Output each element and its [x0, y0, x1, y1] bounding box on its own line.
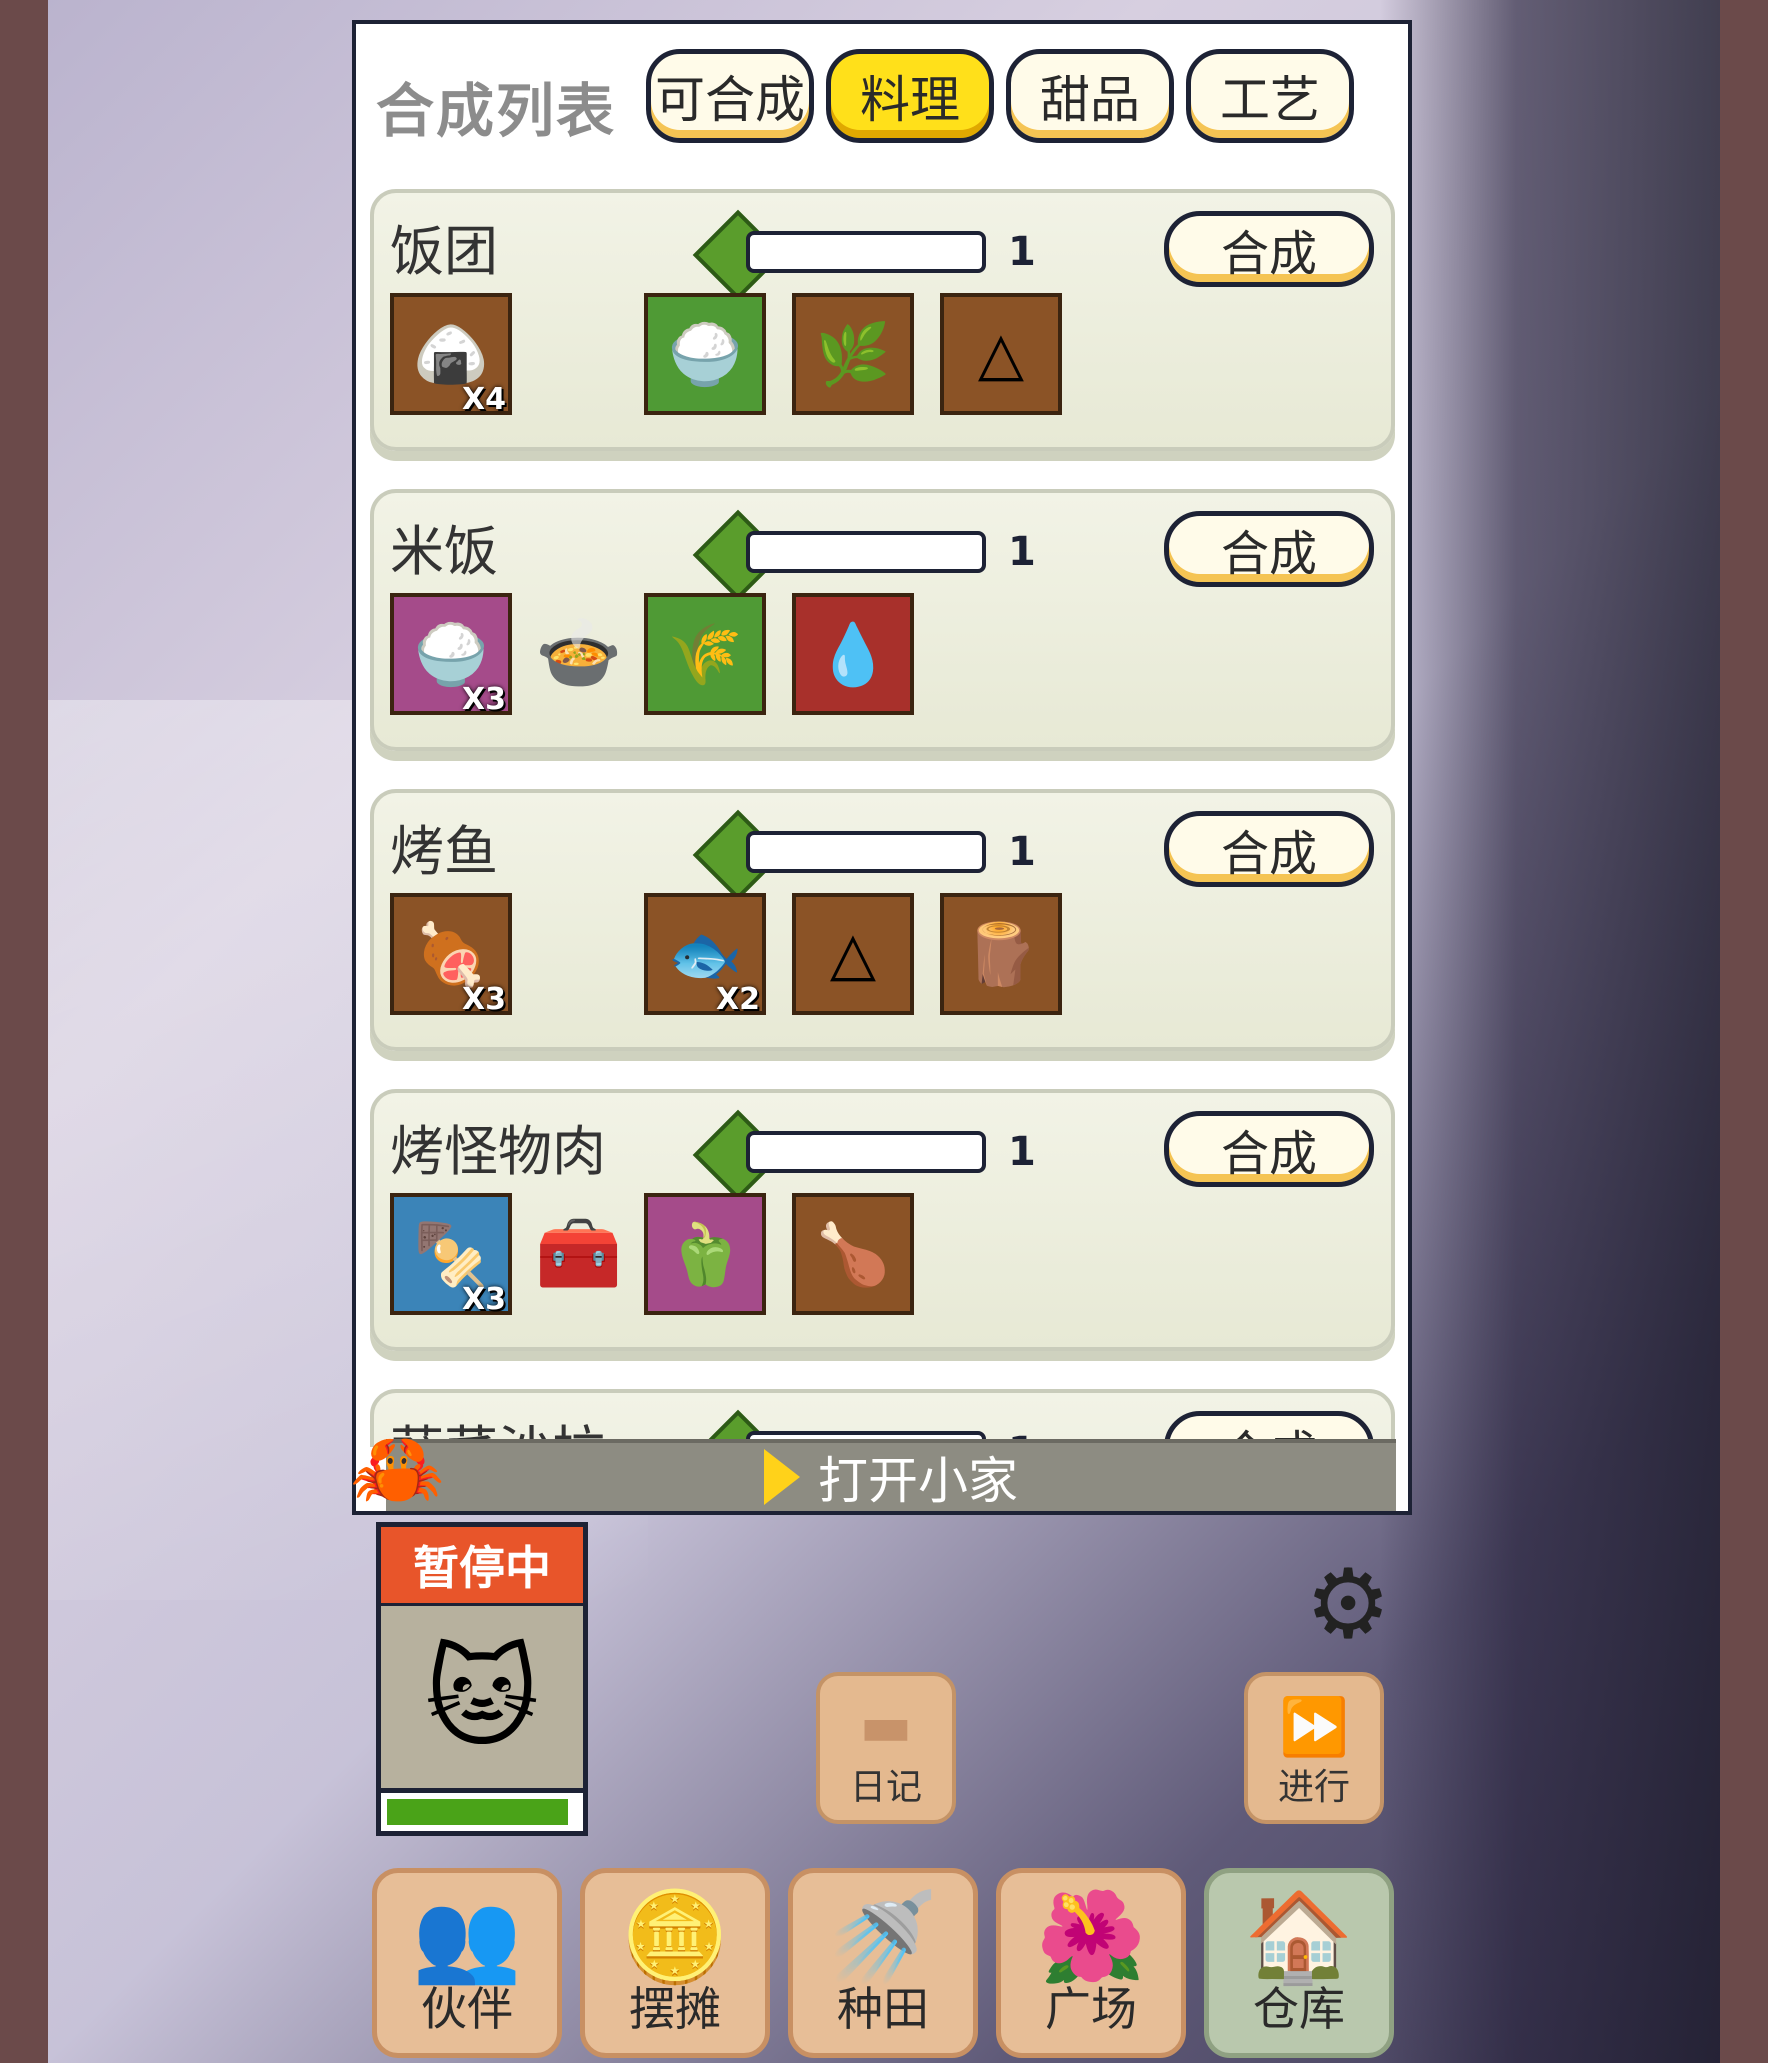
pot-icon: 🍲 [535, 611, 623, 694]
companion-portrait[interactable]: 🐱 [376, 1606, 588, 1790]
recipe-card: 烤鱼 1 合成 🍖 X3 🐟 X2 △ 🪵 [370, 789, 1395, 1051]
pepper-icon[interactable]: 🫑 [644, 1193, 766, 1315]
status-badge: 暂停中 [376, 1522, 588, 1608]
open-home-button[interactable]: 打开小家 [386, 1439, 1396, 1511]
nav-companions[interactable]: 👥 伙伴 [372, 1868, 562, 2058]
diary-button[interactable]: ▬ 日记 [816, 1672, 956, 1824]
rice-bowl-icon[interactable]: 🍚 X3 [390, 593, 512, 717]
wheat-icon[interactable]: 🌾 [644, 593, 766, 715]
nav-warehouse[interactable]: 🏠 仓库 [1204, 1868, 1394, 2058]
ingredient-multiplier: X2 [715, 982, 760, 1017]
craft-button[interactable]: 合成 [1164, 811, 1374, 887]
nav-label: 伙伴 [421, 1982, 513, 2036]
nav-label: 仓库 [1253, 1982, 1345, 2036]
craft-button[interactable]: 合成 [1164, 1111, 1374, 1187]
recipe-card: 米饭 1 合成 🍚 X3 🍲 🌾 💧 [370, 489, 1395, 751]
open-home-label: 打开小家 [818, 1452, 1018, 1510]
crafting-panel: 合成列表 可合成 料理 甜品 工艺 饭团 1 合成 🍙 X4 🍚 🌿 △ 米饭 1… [350, 20, 1412, 1515]
right-frame [1720, 0, 1768, 2063]
fast-forward-icon: ⏩ [1279, 1695, 1349, 1760]
nav-label: 种田 [837, 1982, 929, 2036]
proceed-button[interactable]: ⏩ 进行 [1244, 1672, 1384, 1824]
quantity-count: 1 [1008, 1129, 1036, 1175]
panel-title: 合成列表 [376, 77, 617, 145]
grilled-fish-icon[interactable]: 🍖 X3 [390, 893, 512, 1017]
tab-desserts[interactable]: 甜品 [1006, 49, 1174, 143]
tab-cooking[interactable]: 料理 [826, 49, 994, 143]
recipe-list[interactable]: 饭团 1 合成 🍙X4 🍚 🌿 △ 米饭 1 合成 🍚X3 🍲 🌾 💧 烤鱼 [370, 169, 1400, 1447]
meat-skewer-icon[interactable]: 🍢 X3 [390, 1193, 512, 1317]
background-tree [1380, 0, 1720, 2063]
monster-meat-icon[interactable]: 🍗 [792, 1193, 914, 1315]
craft-button[interactable]: 合成 [1164, 211, 1374, 287]
quantity-slider[interactable] [746, 831, 986, 873]
product-multiplier: X3 [461, 982, 506, 1017]
water-drop-icon[interactable]: 💧 [792, 593, 914, 715]
nav-label: 广场 [1045, 1982, 1137, 2036]
left-frame [0, 0, 48, 2063]
quantity-count: 1 [1008, 529, 1036, 575]
quantity-slider[interactable] [746, 531, 986, 573]
companion-hp-bar [376, 1788, 588, 1836]
nav-farming[interactable]: 🚿 种田 [788, 1868, 978, 2058]
diary-label: 日记 [849, 1767, 922, 1808]
product-multiplier: X3 [461, 682, 506, 717]
recipe-name: 烤鱼 [390, 820, 498, 883]
nav-label: 摆摊 [629, 1982, 721, 2036]
recipe-card: 烤怪物肉 1 合成 🍢 X3 🧰 🫑 🍗 [370, 1089, 1395, 1351]
grill-icon: 🧰 [535, 1211, 623, 1294]
craft-button[interactable]: 合成 [1164, 511, 1374, 587]
quantity-slider[interactable] [746, 1131, 986, 1173]
nav-plaza[interactable]: 🌺 广场 [996, 1868, 1186, 2058]
tab-crafts[interactable]: 工艺 [1186, 49, 1354, 143]
rice-ball-icon[interactable]: 🍙 X4 [390, 293, 512, 417]
play-icon [764, 1449, 800, 1505]
quantity-slider[interactable] [746, 231, 986, 273]
salt-icon[interactable]: △ [792, 893, 914, 1015]
gear-icon[interactable]: ⚙ [1305, 1548, 1391, 1660]
product-multiplier: X3 [461, 1282, 506, 1317]
product-multiplier: X4 [461, 382, 506, 417]
wood-icon[interactable]: 🪵 [940, 893, 1062, 1015]
nav-stall[interactable]: 🪙 摆摊 [580, 1868, 770, 2058]
crab-icon: 🦀 [350, 1424, 445, 1513]
tab-craftable[interactable]: 可合成 [646, 49, 814, 143]
rice-bowl-icon[interactable]: 🍚 [644, 293, 766, 415]
recipe-name: 烤怪物肉 [390, 1120, 606, 1183]
recipe-name: 饭团 [390, 220, 498, 283]
salt-icon[interactable]: △ [940, 293, 1062, 415]
seaweed-icon[interactable]: 🌿 [792, 293, 914, 415]
proceed-label: 进行 [1277, 1767, 1350, 1808]
fish-icon[interactable]: 🐟 X2 [644, 893, 766, 1017]
hp-fill [387, 1799, 568, 1825]
quantity-count: 1 [1008, 229, 1036, 275]
book-icon: ▬ [859, 1694, 913, 1759]
recipe-name: 米饭 [390, 520, 498, 583]
recipe-card: 饭团 1 合成 🍙 X4 🍚 🌿 △ [370, 189, 1395, 451]
quantity-count: 1 [1008, 829, 1036, 875]
category-tabs: 可合成 料理 甜品 工艺 [646, 49, 1354, 143]
